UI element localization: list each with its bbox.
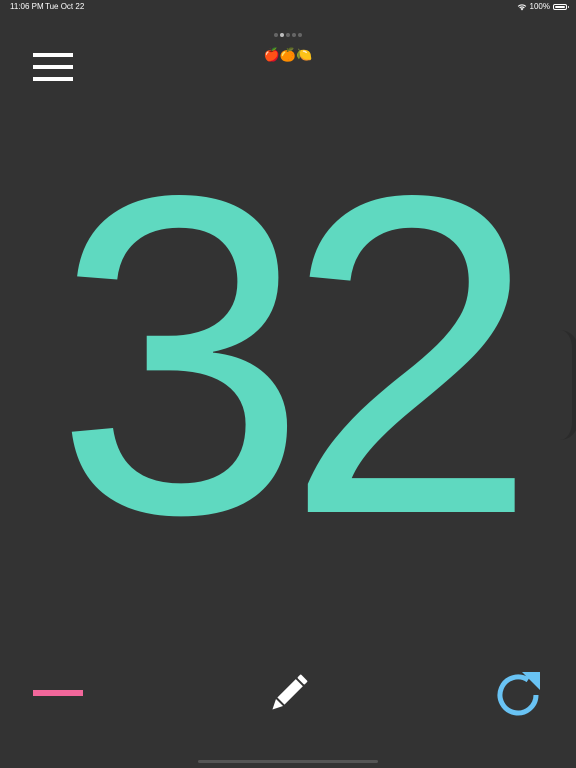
status-time: 11:06 PM (10, 2, 44, 11)
battery-percent: 100% (529, 2, 550, 11)
counter-emoji-label: 🍎🍊🍋 (263, 48, 313, 63)
hamburger-menu-icon-bar (33, 77, 73, 81)
pencil-icon (272, 674, 308, 710)
next-counter-peek (560, 330, 576, 440)
edit-button[interactable] (262, 668, 314, 720)
battery-fill (555, 6, 565, 8)
page-dot[interactable] (280, 33, 284, 37)
refresh-icon (497, 672, 540, 716)
status-date: Tue Oct 22 (45, 2, 85, 11)
page-indicator[interactable] (0, 33, 576, 37)
page-dot[interactable] (298, 33, 302, 37)
page-dot[interactable] (274, 33, 278, 37)
battery-icon (553, 4, 569, 10)
status-bar: 11:06 PM Tue Oct 22 100% (0, 0, 576, 16)
minus-icon (33, 690, 83, 696)
reset-button[interactable] (492, 668, 546, 722)
app-screen: 11:06 PM Tue Oct 22 100% 🍎🍊🍋 32 (0, 0, 576, 768)
decrement-button[interactable] (28, 675, 88, 711)
counter-value[interactable]: 32 (0, 129, 576, 583)
wifi-icon (517, 4, 526, 11)
page-dot[interactable] (286, 33, 290, 37)
hamburger-menu-icon-bar (33, 65, 73, 69)
page-dot[interactable] (292, 33, 296, 37)
home-indicator (198, 760, 378, 763)
status-right: 100% (517, 0, 569, 14)
